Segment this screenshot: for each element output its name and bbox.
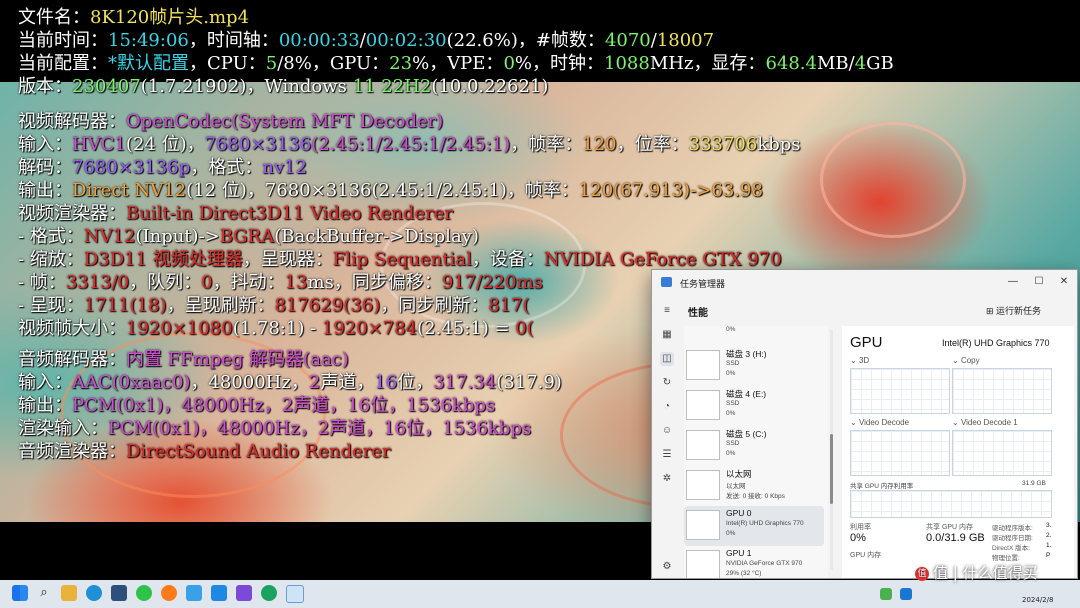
store-icon[interactable] bbox=[111, 585, 127, 601]
mini-graph bbox=[686, 550, 720, 578]
graph-shared-memory bbox=[850, 490, 1052, 518]
maximize-button[interactable]: ☐ bbox=[1025, 272, 1053, 292]
tray-icon[interactable] bbox=[880, 588, 892, 600]
taskbar: ⌕ 2024/2/8 bbox=[0, 580, 1080, 608]
detail-title: GPU bbox=[850, 334, 883, 351]
settings-icon[interactable]: ⚙ bbox=[660, 560, 674, 574]
mini-graph bbox=[686, 430, 720, 460]
scrollbar-thumb[interactable] bbox=[830, 434, 833, 504]
driver-date-label: 驱动程序日期: bbox=[992, 535, 1033, 542]
detail-pane: GPU Intel(R) UHD Graphics 770 ⌄ 3D ⌄ Cop… bbox=[842, 326, 1074, 578]
driver-date-value: 2. bbox=[1046, 532, 1052, 539]
graph-label-3d[interactable]: ⌄ 3D bbox=[850, 356, 869, 365]
menu-icon[interactable]: ≡ bbox=[660, 304, 674, 318]
title-bar[interactable]: 任务管理器 — ☐ ✕ bbox=[652, 270, 1077, 296]
close-button[interactable]: ✕ bbox=[1050, 272, 1077, 292]
watermark: 值值 | 什么值得买 bbox=[915, 562, 1038, 583]
shared-mem-graph-max: 31.9 GB bbox=[1022, 480, 1046, 487]
partial-item-value: 0% bbox=[726, 326, 736, 333]
startup-icon[interactable]: ◔ bbox=[660, 400, 674, 414]
run-task-icon: ⊞ bbox=[986, 306, 997, 316]
mini-graph bbox=[686, 470, 720, 500]
shared-mem-label: 共享 GPU 内存 bbox=[926, 524, 974, 531]
driver-version-value: 3. bbox=[1046, 522, 1052, 529]
graph-label-video-decode[interactable]: ⌄ Video Decode bbox=[850, 418, 909, 427]
physical-location-label: 物理位置: bbox=[992, 555, 1020, 562]
search-icon[interactable]: ⌕ bbox=[36, 585, 52, 601]
shared-mem-value: 0.0/31.9 GB bbox=[926, 532, 985, 544]
app-icon[interactable] bbox=[186, 585, 202, 601]
run-new-task-button[interactable]: ⊞ 运行新任务 bbox=[986, 304, 1041, 317]
desktop: 文件名：8K120帧片头.mp4 当前时间：15:49:06，时间轴：00:00… bbox=[0, 0, 1080, 608]
graph-video-decode-1 bbox=[952, 430, 1052, 476]
file-explorer-icon[interactable] bbox=[61, 585, 77, 601]
section-title: 性能 bbox=[688, 308, 708, 319]
window-title: 任务管理器 bbox=[680, 279, 726, 289]
mini-graph bbox=[686, 510, 720, 540]
app-icon[interactable] bbox=[211, 585, 227, 601]
firefox-icon[interactable] bbox=[161, 585, 177, 601]
run-task-label: 运行新任务 bbox=[996, 306, 1042, 316]
details-icon[interactable]: ☰ bbox=[660, 448, 674, 462]
users-icon[interactable]: ☺ bbox=[660, 424, 674, 438]
utilization-label: 利用率 bbox=[850, 524, 871, 531]
physical-location-value: P bbox=[1046, 552, 1051, 559]
list-item[interactable]: 磁盘 3 (H:) SSD 0% bbox=[684, 346, 824, 386]
history-icon[interactable]: ↻ bbox=[660, 376, 674, 390]
graph-video-decode bbox=[850, 430, 950, 476]
driver-version-label: 驱动程序版本: bbox=[992, 525, 1033, 532]
graph-3d bbox=[850, 368, 950, 414]
osd-header: 文件名：8K120帧片头.mp4 当前时间：15:49:06，时间轴：00:00… bbox=[18, 7, 894, 97]
shared-mem-graph-label: 共享 GPU 内存利用率 bbox=[850, 483, 914, 490]
gpu-mem-label: GPU 内存 bbox=[850, 552, 882, 559]
gpu-name: Intel(R) UHD Graphics 770 bbox=[942, 338, 1050, 348]
list-item-selected[interactable]: GPU 0 Intel(R) UHD Graphics 770 0% bbox=[684, 506, 824, 546]
utilization-value: 0% bbox=[850, 532, 866, 544]
processes-icon[interactable]: ▦ bbox=[660, 328, 674, 342]
graph-copy bbox=[952, 368, 1052, 414]
graph-label-copy[interactable]: ⌄ Copy bbox=[952, 356, 980, 365]
task-manager-window[interactable]: 任务管理器 — ☐ ✕ ≡ ▦ ◫ ↻ ◔ ☺ ☰ ✲ ⚙ 性能 ⊞ 运行新任务… bbox=[651, 269, 1078, 579]
resource-list: 0% 磁盘 3 (H:) SSD 0% 磁盘 4 (E:) SSD 0% 磁盘 … bbox=[684, 326, 828, 578]
task-manager-taskbar-icon[interactable] bbox=[286, 585, 304, 603]
wechat-icon[interactable] bbox=[136, 585, 152, 601]
performance-icon[interactable]: ◫ bbox=[660, 352, 674, 366]
directx-value: 1. bbox=[1046, 542, 1052, 549]
list-item[interactable]: 以太网 以太网 发送: 0 接收: 0 Kbps bbox=[684, 466, 824, 506]
app-icon[interactable] bbox=[261, 585, 277, 601]
mini-graph bbox=[686, 390, 720, 420]
app-icon[interactable] bbox=[236, 585, 252, 601]
minimize-button[interactable]: — bbox=[999, 272, 1027, 292]
services-icon[interactable]: ✲ bbox=[660, 472, 674, 486]
tray-icon[interactable] bbox=[900, 588, 912, 600]
edge-icon[interactable] bbox=[86, 585, 102, 601]
task-manager-icon bbox=[661, 277, 672, 287]
graph-label-video-decode-1[interactable]: ⌄ Video Decode 1 bbox=[952, 418, 1018, 427]
directx-label: DirectX 版本: bbox=[992, 545, 1030, 552]
list-item[interactable]: 磁盘 5 (C:) SSD 0% bbox=[684, 426, 824, 466]
sidebar: ≡ ▦ ◫ ↻ ◔ ☺ ☰ ✲ ⚙ bbox=[652, 296, 682, 578]
watermark-logo-icon: 值 bbox=[915, 567, 929, 581]
start-button[interactable] bbox=[12, 585, 28, 601]
list-item[interactable]: GPU 1 NVIDIA GeForce GTX 970 29% (32 °C) bbox=[684, 546, 824, 578]
clock-date[interactable]: 2024/2/8 bbox=[1022, 596, 1053, 604]
list-item[interactable]: 磁盘 4 (E:) SSD 0% bbox=[684, 386, 824, 426]
mini-graph bbox=[686, 350, 720, 380]
list-scrollbar[interactable] bbox=[830, 330, 833, 570]
